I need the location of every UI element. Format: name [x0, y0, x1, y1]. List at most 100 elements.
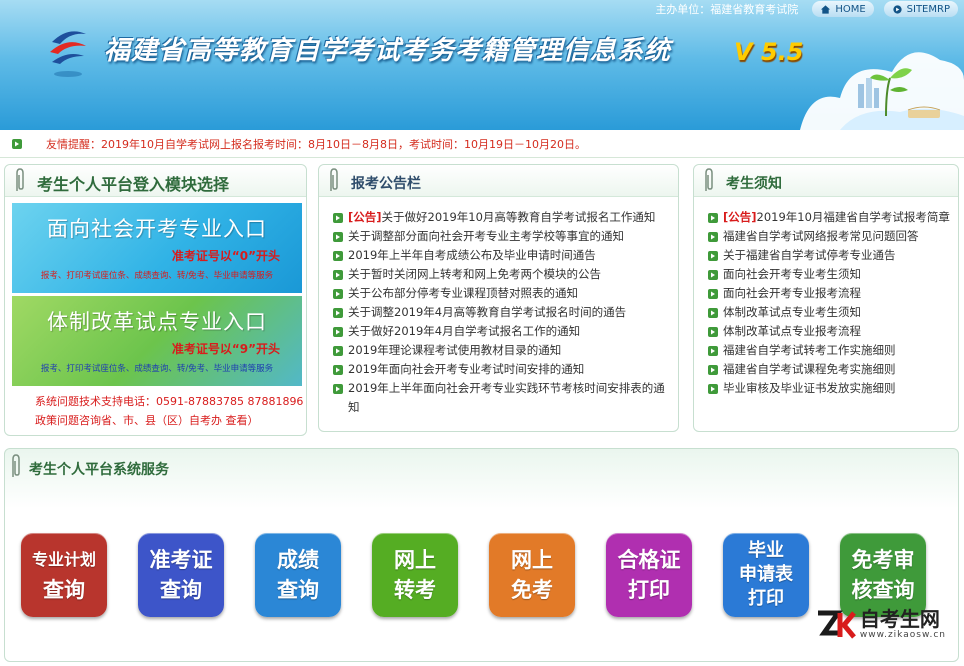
list-bullet-icon [708, 270, 718, 280]
social-exam-entry-name: 面向社会开考专业入口 [47, 217, 267, 241]
social-exam-entry-desc: 报考、打印考试座位条、成绩查询、转/免考、毕业申请等服务 [40, 271, 274, 281]
guide-list-item[interactable]: 体制改革试点专业考生须知 [708, 303, 952, 322]
reform-pilot-entry-button[interactable]: 体制改革试点专业入口 准考证号以“9”开头 报考、打印考试座位条、成绩查询、转/… [12, 296, 302, 386]
service-label-line1: 合格证 [617, 548, 681, 572]
service-label-line1: 免考审 [851, 548, 915, 572]
guide-list-item[interactable]: 体制改革试点专业报考流程 [708, 322, 952, 341]
announcements-list-item[interactable]: 关于做好2019年4月自学考试报名工作的通知 [333, 322, 673, 341]
list-bullet-icon [333, 308, 343, 318]
notice-tag: [公告] [723, 210, 757, 224]
paperclip-icon [330, 168, 338, 191]
announcements-item-text: 关于做好2019年4月自学考试报名工作的通知 [348, 324, 581, 338]
guide-item-text: 福建省自学考试网络报考常见问题回答 [723, 229, 919, 243]
announcements-list-item[interactable]: 关于调整2019年4月高等教育自学考试报名时间的通告 [333, 303, 673, 322]
sitemap-icon [893, 4, 902, 14]
sponsor-text: 主办单位：福建省教育考试院 [655, 3, 799, 16]
announcements-item-text: 关于暂时关闭网上转考和网上免考两个模块的公告 [348, 267, 601, 281]
watermark-name: 自考生网 [859, 607, 940, 631]
sitemap-link[interactable]: SITEMRP [883, 1, 958, 17]
major-plan-query-button[interactable]: 专业计划 查询 [21, 533, 107, 617]
system-title: 福建省高等教育自学考试考务考籍管理信息系统 [104, 36, 672, 66]
notice-text[interactable]: 友情提醒：2019年10月自学考试网上报名报考时间：8月10日－8月8日，考试时… [46, 136, 586, 152]
login-panel: 考生个人平台登入模块选择 面向社会开考专业入口 准考证号以“0”开头 报考、打印… [4, 164, 307, 436]
announcements-item-text: 2019年理论课程考试使用教材目录的通知 [348, 343, 562, 357]
announcements-list-item[interactable]: 关于公布部分停考专业课程顶替对照表的通知 [333, 284, 673, 303]
service-label-line2: 打印 [628, 578, 670, 602]
list-bullet-icon [333, 365, 343, 375]
reform-pilot-entry-desc: 报考、打印考试座位条、成绩查询、转/免考、毕业申请等服务 [40, 364, 274, 374]
header-decoration-image [800, 52, 964, 130]
certificate-print-button[interactable]: 合格证 打印 [606, 533, 692, 617]
logo-icon [50, 31, 86, 77]
site-header: 主办单位：福建省教育考试院 HOME SITEMRP 福建省高等教育自学考试考务… [0, 0, 964, 130]
service-label-line2: 转考 [394, 578, 436, 602]
announcements-item-text: 2019年上半年自考成绩公布及毕业申请时间通告 [348, 248, 596, 262]
admission-ticket-query-button[interactable]: 准考证 查询 [138, 533, 224, 617]
list-bullet-icon [333, 232, 343, 242]
list-bullet-icon [333, 346, 343, 356]
announcements-list-item[interactable]: 关于暂时关闭网上转考和网上免考两个模块的公告 [333, 265, 673, 284]
sitemap-label: SITEMRP [906, 3, 950, 15]
tech-support-text: 系统问题技术支持电话：0591-87883785 87881896 [35, 395, 304, 408]
announcements-list-item[interactable]: 2019年上半年面向社会开考专业实践环节考核时间安排表的通知 [333, 379, 673, 417]
guide-list-item[interactable]: 毕业审核及毕业证书发放实施细则 [708, 379, 952, 398]
service-label-line2: 免考 [511, 578, 553, 602]
guide-item-text: 福建省自学考试课程免考实施细则 [723, 362, 896, 376]
notice-bullet-icon [12, 138, 22, 149]
announcements-item-text: 关于做好2019年10月高等教育自学考试报名工作通知 [381, 210, 656, 224]
guide-item-text: 体制改革试点专业报考流程 [723, 324, 861, 338]
list-bullet-icon [708, 384, 718, 394]
online-transfer-button[interactable]: 网上 转考 [372, 533, 458, 617]
guide-list-item[interactable]: 福建省自学考试课程免考实施细则 [708, 360, 952, 379]
score-query-button[interactable]: 成绩 查询 [255, 533, 341, 617]
announcements-list-item[interactable]: 2019年上半年自考成绩公布及毕业申请时间通告 [333, 246, 673, 265]
list-bullet-icon [708, 289, 718, 299]
announcements-panel-title: 报考公告栏 [351, 176, 421, 192]
login-panel-title: 考生个人平台登入模块选择 [37, 175, 230, 194]
announcements-item-text: 关于公布部分停考专业课程顶替对照表的通知 [348, 286, 578, 300]
guide-panel-title: 考生须知 [726, 176, 782, 192]
announcements-list-item[interactable]: [公告]关于做好2019年10月高等教育自学考试报名工作通知 [333, 208, 673, 227]
policy-consult-link[interactable]: 政策问题咨询省、市、县（区）自考办 查看） [35, 412, 259, 428]
watermark-url: www.zikaosw.cn [859, 630, 946, 640]
paperclip-icon [16, 168, 24, 191]
paperclip-icon [705, 168, 713, 191]
guide-panel-header: 考生须知 [694, 165, 958, 197]
service-label-line2: 查询 [43, 578, 85, 602]
paperclip-icon [12, 454, 20, 477]
exemption-review-query-button[interactable]: 免考审 核查询 [840, 533, 926, 617]
announcements-panel: 报考公告栏 [公告]关于做好2019年10月高等教育自学考试报名工作通知 关于调整… [318, 164, 679, 432]
notice-bar: 友情提醒：2019年10月自学考试网上报名报考时间：8月10日－8月8日，考试时… [0, 130, 964, 158]
reform-pilot-entry-name: 体制改革试点专业入口 [47, 310, 267, 334]
guide-list-item[interactable]: 面向社会开考专业报考流程 [708, 284, 952, 303]
announcements-list-item[interactable]: 2019年理论课程考试使用教材目录的通知 [333, 341, 673, 360]
guide-item-text: 面向社会开考专业考生须知 [723, 267, 861, 281]
guide-list-item[interactable]: 面向社会开考专业考生须知 [708, 265, 952, 284]
guide-item-text: 面向社会开考专业报考流程 [723, 286, 861, 300]
online-exemption-button[interactable]: 网上 免考 [489, 533, 575, 617]
home-link[interactable]: HOME [812, 1, 874, 17]
service-label-line1: 专业计划 [31, 550, 96, 569]
version-label: V 5.5 [734, 38, 804, 66]
guide-panel: 考生须知 [公告]2019年10月福建省自学考试报考简章福建省自学考试网络报考常… [693, 164, 959, 432]
service-label-line2: 查询 [160, 578, 202, 602]
announcements-item-text: 2019年面向社会开考专业考试时间安排的通知 [348, 362, 585, 376]
announcements-list-item[interactable]: 2019年面向社会开考专业考试时间安排的通知 [333, 360, 673, 379]
list-bullet-icon [333, 251, 343, 261]
guide-list-item[interactable]: 福建省自学考试网络报考常见问题回答 [708, 227, 952, 246]
list-bullet-icon [708, 213, 718, 223]
list-bullet-icon [708, 365, 718, 375]
graduation-form-print-button[interactable]: 毕业 申请表 打印 [723, 533, 809, 617]
guide-list-item[interactable]: [公告]2019年10月福建省自学考试报考简章 [708, 208, 952, 227]
top-bar: 主办单位：福建省教育考试院 HOME SITEMRP [655, 0, 958, 18]
guide-list-item[interactable]: 福建省自学考试转考工作实施细则 [708, 341, 952, 360]
list-bullet-icon [333, 270, 343, 280]
service-label-line2: 核查询 [851, 578, 915, 602]
list-bullet-icon [333, 289, 343, 299]
guide-list-item[interactable]: 关于福建省自学考试停考专业通告 [708, 246, 952, 265]
social-exam-entry-button[interactable]: 面向社会开考专业入口 准考证号以“0”开头 报考、打印考试座位条、成绩查询、转/… [12, 203, 302, 293]
service-label-line1: 准考证 [149, 548, 213, 572]
list-bullet-icon [708, 327, 718, 337]
watermark: 自考生网 www.zikaosw.cn [816, 607, 946, 641]
announcements-list-item[interactable]: 关于调整部分面向社会开考专业主考学校等事宜的通知 [333, 227, 673, 246]
